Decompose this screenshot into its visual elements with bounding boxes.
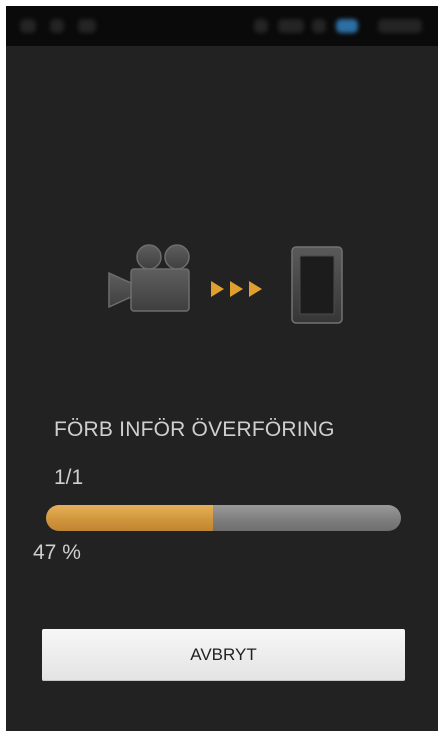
status-bar [6,6,438,46]
transfer-illustration-svg [108,244,343,324]
battery-icon [378,19,422,33]
progress-bar [46,505,401,531]
file-counter: 1/1 [54,466,84,489]
notification-icon [78,19,96,33]
notification-icon [20,19,36,33]
signal-icon [312,19,326,33]
transfer-illustration [101,241,351,326]
video-camera-icon [108,244,190,312]
progress-bar-fill [46,505,213,531]
notification-icon [50,19,64,33]
smartphone-icon [291,246,343,324]
wifi-icon [278,19,304,33]
transfer-status-label: FÖRB INFÖR ÖVERFÖRING [54,418,335,441]
signal-icon [254,19,268,33]
bluetooth-icon [336,19,358,33]
triple-arrow-icon [211,281,262,297]
progress-percent: 47 % [33,541,81,564]
transfer-screen: FÖRB INFÖR ÖVERFÖRING 1/1 47 % AVBRYT [6,6,438,731]
cancel-button[interactable]: AVBRYT [42,629,405,681]
